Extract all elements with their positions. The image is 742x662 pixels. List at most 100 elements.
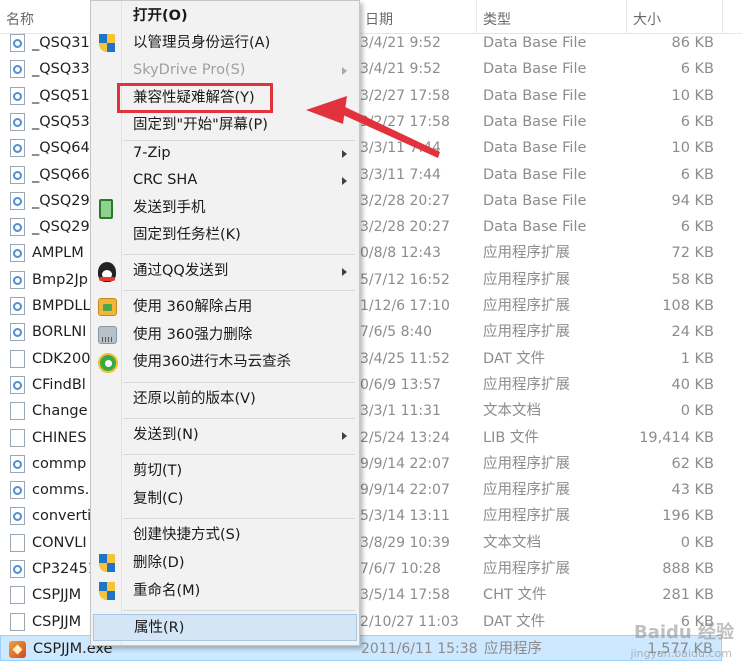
file-date: 3/3/1 11:31 [360,403,441,419]
file-type: 应用程序扩展 [483,561,570,577]
menu-item-open[interactable]: 打开(O) [93,3,357,30]
menu-item-restore-previous-versions[interactable]: 还原以前的版本(V) [93,386,357,413]
file-name: AMPLM [32,245,84,261]
file-type: 应用程序扩展 [483,456,570,472]
file-type: Data Base File [483,193,587,209]
submenu-arrow-icon [342,150,347,158]
dll-file-icon [10,113,25,131]
uac-shield-icon [99,34,115,52]
menu-separator [123,418,355,419]
dll-file-icon [10,192,25,210]
document-file-icon [10,429,25,447]
file-type: Data Base File [483,114,587,130]
annotation-highlight-box [117,83,273,113]
document-file-icon [10,586,25,604]
menu-item-label: 剪切(T) [133,463,183,479]
file-size: 94 KB [671,193,714,209]
menu-item-360-force-delete[interactable]: 使用 360强力删除 [93,322,357,349]
file-date: 3/2/28 20:27 [360,193,450,209]
file-date: 3/4/21 9:52 [360,61,441,77]
menu-item-7zip[interactable]: 7-Zip [93,140,357,167]
file-name: CHINES [32,430,87,446]
dll-file-icon [10,166,25,184]
file-type: Data Base File [483,219,587,235]
menu-item-pin-to-start[interactable]: 固定到"开始"屏幕(P) [93,112,357,139]
column-header-type[interactable]: 类型 [476,0,626,34]
file-date: 7/6/5 8:40 [360,324,433,340]
column-header-date[interactable]: 日期 [358,0,476,34]
file-name: CSPJJM [32,587,82,603]
menu-item-label: 发送到(N) [133,427,199,443]
file-date: 5/7/12 16:52 [360,272,450,288]
menu-separator [123,518,355,519]
menu-item-label: 以管理员身份运行(A) [133,35,271,51]
menu-item-create-shortcut[interactable]: 创建快捷方式(S) [93,522,357,549]
file-type: 文本文档 [483,535,541,551]
menu-separator [123,254,355,255]
file-date: 5/3/14 13:11 [360,508,450,524]
menu-item-send-to[interactable]: 发送到(N) [93,422,357,449]
qq-penguin-icon [98,262,116,282]
menu-item-label: 固定到"开始"屏幕(P) [133,117,268,133]
menu-item-properties[interactable]: 属性(R) [93,614,357,641]
dll-file-icon [10,323,25,341]
file-name: _QSQ64 [32,140,90,156]
menu-item-label: CRC SHA [133,172,198,188]
menu-item-label: 通过QQ发送到 [133,263,229,279]
menu-item-label: 属性(R) [134,620,185,636]
file-date: 2/5/24 13:24 [360,430,450,446]
file-size: 1 KB [680,351,714,367]
file-name: _QSQ29 [32,219,90,235]
menu-item-pin-to-taskbar[interactable]: 固定到任务栏(K) [93,222,357,249]
file-size: 0 KB [680,535,714,551]
file-type: LIB 文件 [483,430,539,446]
dll-file-icon [10,455,25,473]
column-header-size[interactable]: 大小 [626,0,722,34]
file-date: 1/12/6 17:10 [360,298,450,314]
menu-separator [123,382,355,383]
dll-file-icon [10,271,25,289]
file-name: _QSQ53 [32,114,90,130]
file-size: 72 KB [671,245,714,261]
menu-item-label: 发送到手机 [133,200,206,216]
menu-item-run-as-admin[interactable]: 以管理员身份运行(A) [93,30,357,57]
file-name: _QSQ31 [32,35,90,51]
file-name: _QSQ66 [32,167,90,183]
file-type: 应用程序扩展 [483,377,570,393]
dll-file-icon [10,60,25,78]
file-type: DAT 文件 [483,614,546,630]
file-type: 应用程序扩展 [483,482,570,498]
menu-item-copy[interactable]: 复制(C) [93,486,357,513]
dll-file-icon [10,87,25,105]
file-date: 3/2/27 17:58 [360,88,450,104]
menu-item-send-via-qq[interactable]: 通过QQ发送到 [93,258,357,285]
menu-item-crc-sha[interactable]: CRC SHA [93,167,357,194]
menu-item-label: 固定到任务栏(K) [133,227,241,243]
menu-item-send-to-phone[interactable]: 发送到手机 [93,195,357,222]
menu-item-label: 使用 360解除占用 [133,299,253,315]
file-date: 3/8/29 10:39 [360,535,450,551]
dll-file-icon [10,297,25,315]
file-name: BORLNI [32,324,87,340]
menu-item-360-cloud-scan[interactable]: 使用360进行木马云查杀 [93,349,357,376]
file-size: 6 KB [680,219,714,235]
file-size: 24 KB [671,324,714,340]
menu-item-label: 还原以前的版本(V) [133,391,256,407]
menu-item-label: 创建快捷方式(S) [133,527,241,543]
menu-item-skydrive-pro[interactable]: SkyDrive Pro(S) [93,57,357,84]
file-size: 10 KB [671,140,714,156]
file-date: 3/3/11 7:44 [360,140,441,156]
menu-item-label: 复制(C) [133,491,184,507]
menu-item-360-unlock[interactable]: 使用 360解除占用 [93,294,357,321]
file-size: 0 KB [680,403,714,419]
submenu-arrow-icon [342,67,347,75]
header-scroll-gap [722,0,742,34]
menu-item-cut[interactable]: 剪切(T) [93,458,357,485]
menu-item-delete[interactable]: 删除(D) [93,550,357,577]
file-type: CHT 文件 [483,587,547,603]
file-date: 3/5/14 17:58 [360,587,450,603]
file-type: 应用程序扩展 [483,324,570,340]
menu-item-rename[interactable]: 重命名(M) [93,578,357,605]
dll-file-icon [10,481,25,499]
file-date: 0/6/9 13:57 [360,377,441,393]
